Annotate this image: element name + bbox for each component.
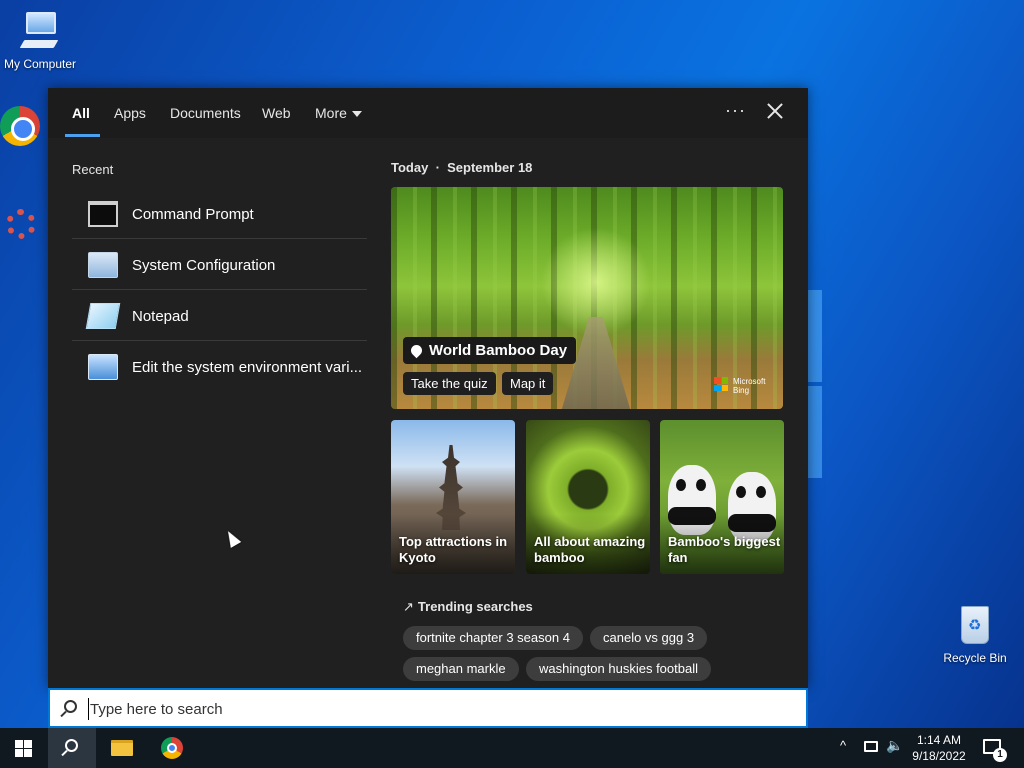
search-icon <box>64 700 77 713</box>
brand-line: Microsoft <box>733 377 766 386</box>
tab-web[interactable]: Web <box>262 105 291 121</box>
recent-heading: Recent <box>72 162 114 177</box>
volume-icon[interactable]: 🔈 <box>886 737 903 754</box>
microsoft-logo-icon <box>714 377 728 391</box>
date-separator: · <box>435 160 440 175</box>
caption-line: bamboo <box>534 550 585 565</box>
recent-item-system-configuration[interactable]: System Configuration <box>72 239 367 290</box>
recent-item-label: System Configuration <box>132 257 276 274</box>
notification-badge: 1 <box>993 748 1007 762</box>
hero-title-badge[interactable]: World Bamboo Day <box>403 337 577 364</box>
take-the-quiz-button[interactable]: Take the quiz <box>403 372 496 395</box>
recent-item-command-prompt[interactable]: Command Prompt <box>72 188 367 239</box>
today-date: September 18 <box>447 160 533 175</box>
trending-arrow-icon: ↗ <box>403 599 414 614</box>
trending-heading-label: Trending searches <box>417 599 533 614</box>
chrome-icon[interactable] <box>161 737 183 759</box>
taskbar-search-button[interactable] <box>48 728 96 768</box>
card-panda[interactable]: Bamboo's biggest fan <box>660 420 784 574</box>
map-it-button[interactable]: Map it <box>502 372 554 395</box>
chevron-down-icon <box>351 111 362 118</box>
search-icon <box>65 739 78 752</box>
trending-heading: ↗ Trending searches <box>403 599 533 615</box>
trending-chip[interactable]: fortnite chapter 3 season 4 <box>403 626 583 650</box>
system-configuration-icon <box>88 252 118 278</box>
desktop-icon-label: My Computer <box>3 57 77 71</box>
card-caption: All about amazing bamboo <box>534 534 645 566</box>
windows-start-icon[interactable] <box>15 740 32 757</box>
hero-title: World Bamboo Day <box>429 342 568 359</box>
tab-apps[interactable]: Apps <box>114 105 146 121</box>
caption-line: Top attractions in <box>399 534 508 549</box>
close-button[interactable] <box>764 100 786 122</box>
card-kyoto-attractions[interactable]: Top attractions in Kyoto <box>391 420 515 574</box>
tab-all[interactable]: All <box>72 105 90 121</box>
location-pin-icon <box>408 342 425 359</box>
more-options-button[interactable]: ··· <box>725 100 746 121</box>
chrome-icon <box>0 106 40 146</box>
clock[interactable]: 1:14 AM 9/18/2022 <box>905 732 973 764</box>
recent-item-notepad[interactable]: Notepad <box>72 290 367 341</box>
file-explorer-icon[interactable] <box>111 740 133 756</box>
today-label: Today <box>391 160 429 175</box>
search-box[interactable] <box>48 688 808 728</box>
recent-item-label: Edit the system environment vari... <box>132 359 363 376</box>
recent-item-label: Command Prompt <box>132 206 254 223</box>
caption-line: fan <box>668 550 688 565</box>
command-prompt-icon <box>88 201 118 227</box>
search-input[interactable] <box>88 698 788 720</box>
card-caption: Top attractions in Kyoto <box>399 534 507 566</box>
card-caption: Bamboo's biggest fan <box>668 534 780 566</box>
caption-line: Kyoto <box>399 550 436 565</box>
notepad-icon <box>85 303 121 329</box>
clock-time: 1:14 AM <box>916 733 962 747</box>
search-panel: All Apps Documents Web More ··· Recent C… <box>48 88 808 688</box>
chevron-up-icon[interactable]: ^ <box>840 738 846 753</box>
clock-date: 9/18/2022 <box>912 749 966 763</box>
active-tab-indicator <box>65 134 100 137</box>
recent-item-environment-variables[interactable]: Edit the system environment vari... <box>72 341 367 392</box>
desktop-icon-my-computer[interactable]: My Computer <box>0 10 80 71</box>
caption-line: All about amazing <box>534 534 646 549</box>
recycle-bin-icon <box>955 602 995 648</box>
environment-variables-icon <box>88 354 118 380</box>
tab-more-label: More <box>315 105 347 121</box>
trending-chip[interactable]: washington huskies football <box>526 657 711 681</box>
search-tabs: All Apps Documents Web More ··· <box>48 88 808 138</box>
wallpaper-pane <box>808 386 822 478</box>
caption-line: Bamboo's biggest <box>668 534 781 549</box>
today-date-heading: Today · September 18 <box>391 160 532 175</box>
tab-documents[interactable]: Documents <box>170 105 241 121</box>
brand-line: Bing <box>733 386 750 395</box>
computer-icon <box>19 10 60 54</box>
trending-chip[interactable]: canelo vs ggg 3 <box>590 626 708 650</box>
hero-card-world-bamboo-day[interactable]: World Bamboo Day Take the quiz Map it Mi… <box>391 187 783 409</box>
recent-list: Command Prompt System Configuration Note… <box>72 188 367 392</box>
tab-more[interactable]: More <box>315 105 362 121</box>
datawag-icon <box>0 205 40 249</box>
taskbar: ^ 🔈 1:14 AM 9/18/2022 1 <box>0 728 1024 768</box>
card-bamboo[interactable]: All about amazing bamboo <box>526 420 650 574</box>
trending-chip[interactable]: meghan markle <box>403 657 519 681</box>
recent-item-label: Notepad <box>132 308 189 325</box>
desktop-icon-label: Recycle Bin <box>943 651 1007 665</box>
network-icon[interactable] <box>864 741 878 752</box>
wallpaper-pane <box>808 290 822 382</box>
desktop-icon-recycle-bin[interactable]: Recycle Bin <box>935 602 1015 665</box>
